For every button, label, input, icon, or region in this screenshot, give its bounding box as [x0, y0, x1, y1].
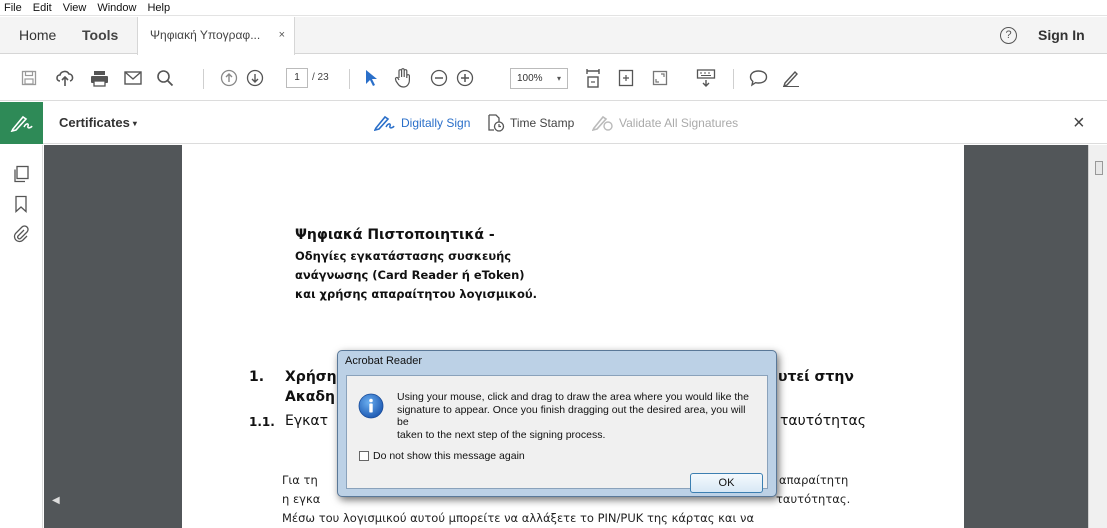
rotate-page-icon[interactable] [614, 55, 638, 101]
section-heading-continuation: υτεί στην [778, 369, 854, 385]
body-text: η εγκα [282, 492, 321, 506]
next-page-icon[interactable] [244, 55, 266, 101]
menu-help[interactable]: Help [147, 2, 170, 14]
zoom-level-value: 100% [517, 73, 543, 84]
full-screen-icon[interactable] [648, 55, 672, 101]
help-icon[interactable]: ? [1000, 27, 1017, 44]
hand-tool-icon[interactable] [391, 55, 415, 101]
keyboard-icon[interactable] [693, 55, 719, 101]
checkbox-label: Do not show this message again [373, 450, 525, 462]
page-thumbnails-icon[interactable] [12, 165, 30, 187]
chevron-down-icon: ▾ [132, 119, 137, 128]
section-heading-line2: Ακαδη [285, 389, 335, 405]
dialog-title: Acrobat Reader [345, 355, 423, 367]
certificates-tool-icon[interactable] [0, 102, 43, 144]
do-not-show-again-checkbox[interactable]: Do not show this message again [359, 450, 525, 462]
previous-page-icon[interactable] [218, 55, 240, 101]
subsection-number: 1.1. [249, 415, 275, 429]
toolbar-divider [203, 69, 204, 89]
tab-document-label: Ψηφιακή Υπογραφ... [150, 28, 261, 42]
time-stamp-label: Time Stamp [510, 116, 575, 130]
search-icon[interactable] [153, 55, 177, 101]
menu-view[interactable]: View [63, 2, 87, 14]
section-heading: Χρήση [285, 369, 337, 385]
body-text: Μέσω του λογισμικού αυτού μπορείτε να αλ… [282, 511, 755, 525]
left-navigation-pane [0, 145, 43, 528]
scroll-left-icon[interactable]: ◀ [52, 495, 60, 506]
digitally-sign-button[interactable]: Digitally Sign [374, 102, 470, 144]
subsection-heading-continuation: ταυτότητας [780, 413, 866, 429]
body-text: ταυτότητας. [776, 492, 851, 506]
section-number: 1. [249, 369, 265, 385]
zoom-out-icon[interactable] [428, 55, 450, 101]
close-toolbar-icon[interactable]: × [1073, 102, 1085, 144]
tab-bar: Home Tools Ψηφιακή Υπογραφ... × ? Sign I… [0, 17, 1107, 55]
fit-page-icon[interactable] [581, 55, 605, 101]
menu-window[interactable]: Window [97, 2, 136, 14]
bookmarks-icon[interactable] [12, 195, 30, 217]
pen-sign-icon[interactable] [779, 55, 803, 101]
scrollbar-thumb[interactable] [1095, 161, 1103, 175]
main-toolbar: 1 / 23 100% ▾ [0, 55, 1107, 101]
zoom-in-icon[interactable] [454, 55, 476, 101]
print-icon[interactable] [87, 55, 111, 101]
attachments-icon[interactable] [12, 225, 30, 247]
body-text: Για τη [282, 473, 318, 487]
menu-file[interactable]: File [4, 2, 22, 14]
ok-button[interactable]: OK [690, 473, 763, 493]
body-text: απαραίτητη [779, 473, 849, 487]
email-icon[interactable] [121, 55, 145, 101]
checkbox-box[interactable] [359, 451, 369, 461]
menu-edit[interactable]: Edit [33, 2, 52, 14]
info-icon [358, 393, 384, 419]
sign-in-button[interactable]: Sign In [1038, 17, 1085, 54]
tab-tools[interactable]: Tools [82, 17, 118, 54]
save-icon[interactable] [18, 55, 40, 101]
sign-toolbar: Certificates ▾ Digitally Sign Time Stamp … [0, 102, 1107, 144]
subsection-heading: Εγκατ [285, 413, 329, 429]
validate-all-signatures-button[interactable]: Validate All Signatures [592, 102, 738, 144]
menu-bar: File Edit View Window Help [0, 0, 1107, 16]
dialog-message: Using your mouse, click and drag to draw… [397, 391, 749, 441]
document-title: Ψηφιακά Πιστοποιητικά - [295, 227, 495, 243]
digitally-sign-label: Digitally Sign [401, 116, 471, 130]
document-subtitle-line: Οδηγίες εγκατάστασης συσκευής [295, 249, 512, 263]
chevron-down-icon: ▾ [556, 74, 561, 83]
toolbar-divider [733, 69, 734, 89]
cloud-upload-icon[interactable] [53, 55, 77, 101]
time-stamp-button[interactable]: Time Stamp [487, 102, 574, 144]
select-cursor-icon[interactable] [361, 55, 381, 101]
dialog-body: Using your mouse, click and drag to draw… [346, 375, 768, 493]
certificates-menu[interactable]: Certificates ▾ [59, 102, 137, 144]
document-subtitle-line: και χρήσης απαραίτητου λογισμικού. [295, 287, 537, 301]
vertical-scrollbar[interactable] [1088, 145, 1107, 528]
toolbar-divider [349, 69, 350, 89]
zoom-level-select[interactable]: 100% ▾ [510, 68, 568, 89]
close-tab-icon[interactable]: × [279, 17, 285, 54]
page-number-input[interactable]: 1 [286, 68, 308, 88]
document-subtitle-line: ανάγνωσης (Card Reader ή eToken) [295, 268, 525, 282]
acrobat-reader-dialog: Acrobat Reader Using your mouse, click a… [337, 350, 777, 497]
page-total: / 23 [312, 72, 329, 83]
tab-home[interactable]: Home [19, 17, 56, 54]
tab-document[interactable]: Ψηφιακή Υπογραφ... × [137, 17, 295, 55]
comment-icon[interactable] [746, 55, 770, 101]
validate-all-label: Validate All Signatures [619, 116, 739, 130]
certificates-label: Certificates [59, 115, 130, 130]
